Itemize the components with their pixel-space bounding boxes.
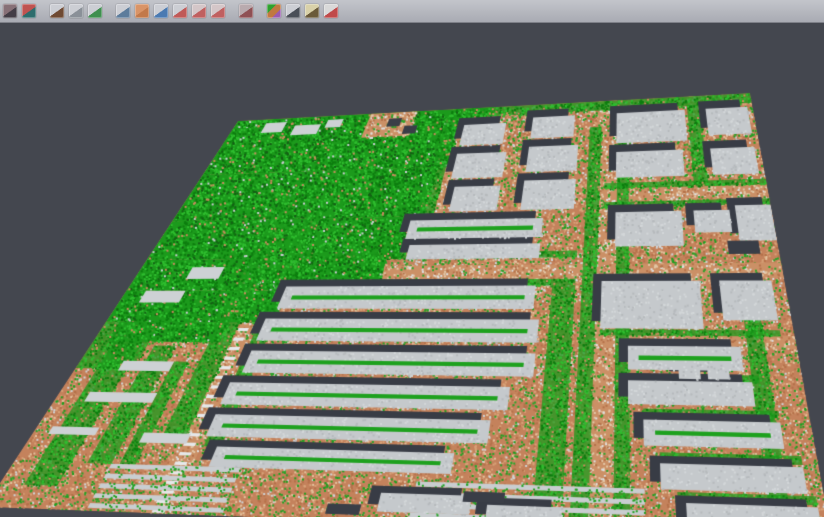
point-cloud-icon[interactable] — [69, 4, 83, 18]
globe-icon[interactable] — [154, 4, 168, 18]
toolbar-icons — [3, 4, 338, 18]
ortho-image-icon[interactable] — [135, 4, 149, 18]
toolbar — [0, 0, 824, 23]
circle-select-icon[interactable] — [192, 4, 206, 18]
sphere-view-icon[interactable] — [286, 4, 300, 18]
application-window — [0, 0, 824, 517]
terrain-model-icon[interactable] — [50, 4, 64, 18]
ruler-icon[interactable] — [116, 4, 130, 18]
open-project-icon[interactable] — [3, 4, 17, 18]
viewport-3d-canvas[interactable] — [0, 23, 824, 517]
flag-measure-icon[interactable] — [324, 4, 338, 18]
main-viewport — [0, 23, 824, 517]
colored-points-icon[interactable] — [22, 4, 36, 18]
classification-render-icon[interactable] — [267, 4, 281, 18]
tag-tool-icon[interactable] — [305, 4, 319, 18]
profile-tool-icon[interactable] — [173, 4, 187, 18]
tin-mesh-icon[interactable] — [88, 4, 102, 18]
rect-select-icon[interactable] — [211, 4, 225, 18]
clip-tool-icon[interactable] — [239, 4, 253, 18]
